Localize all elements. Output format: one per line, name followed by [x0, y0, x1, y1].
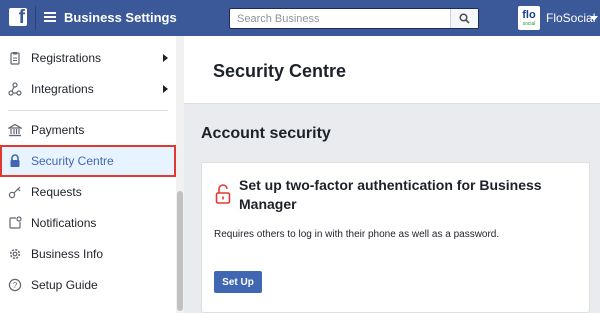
facebook-logo-icon[interactable]: f: [9, 8, 27, 26]
sidebar-item-label: Notifications: [31, 216, 97, 230]
card-title: Set up two-factor authentication for Bus…: [239, 177, 542, 212]
main-content: Security Centre Account security Set up …: [184, 36, 600, 313]
sidebar-item-label: Registrations: [31, 51, 102, 65]
page-title: Security Centre: [213, 61, 347, 81]
highlight-annotation: [0, 145, 176, 177]
sidebar-item-label: Requests: [31, 185, 82, 199]
sidebar-item-label: Integrations: [31, 82, 94, 96]
avatar-logo-text: flo: [522, 8, 536, 21]
sidebar: Registrations Integrations Payments Secu…: [0, 36, 177, 313]
help-icon: ?: [8, 278, 22, 292]
clipboard-icon: [10, 52, 20, 65]
section-title: Account security: [201, 125, 331, 142]
search-box: [229, 8, 479, 29]
bank-icon: [8, 123, 22, 137]
sidebar-item-payments[interactable]: Payments: [0, 115, 176, 145]
sidebar-item-integrations[interactable]: Integrations: [0, 74, 176, 104]
avatar-logo-subtext: social: [522, 20, 536, 27]
user-name[interactable]: FloSocial: [546, 11, 595, 25]
sidebar-item-requests[interactable]: Requests: [0, 177, 176, 207]
sidebar-item-registrations[interactable]: Registrations: [0, 43, 176, 73]
sidebar-item-label: Business Info: [31, 247, 104, 261]
set-up-button[interactable]: Set Up: [214, 271, 262, 293]
sidebar-item-label: Setup Guide: [31, 278, 98, 292]
search-input[interactable]: [230, 9, 450, 28]
hamburger-menu-icon[interactable]: [44, 12, 56, 22]
sidebar-scrollbar[interactable]: [176, 36, 184, 313]
unlocked-lock-icon: [215, 184, 231, 204]
sidebar-divider: [8, 110, 168, 111]
svg-text:?: ?: [13, 281, 18, 290]
key-icon: [8, 186, 21, 199]
notification-icon: [9, 216, 22, 229]
account-dropdown-icon[interactable]: [590, 16, 598, 21]
gear-icon: [9, 248, 21, 260]
search-icon: [459, 13, 470, 24]
page-header: Security Centre: [184, 36, 600, 104]
sidebar-item-label: Payments: [31, 123, 85, 137]
app-title: Business Settings: [64, 10, 177, 25]
sidebar-item-business-info[interactable]: Business Info: [0, 239, 176, 269]
search-button[interactable]: [450, 9, 478, 28]
sidebar-item-setup-guide[interactable]: ? Setup Guide: [0, 270, 176, 300]
sidebar-item-notifications[interactable]: Notifications: [0, 208, 176, 238]
chevron-right-icon: [163, 54, 168, 62]
top-bar: f Business Settings flo social FloSocial: [0, 0, 600, 36]
integrations-icon: [8, 82, 22, 96]
card-description: Requires others to log in with their pho…: [214, 229, 500, 240]
topbar-divider: [35, 6, 36, 30]
scrollbar-thumb[interactable]: [177, 191, 183, 311]
logo-letter: f: [18, 8, 25, 26]
chevron-right-icon: [163, 85, 168, 93]
avatar[interactable]: flo social: [518, 6, 540, 30]
two-factor-card: Set up two-factor authentication for Bus…: [201, 162, 590, 313]
